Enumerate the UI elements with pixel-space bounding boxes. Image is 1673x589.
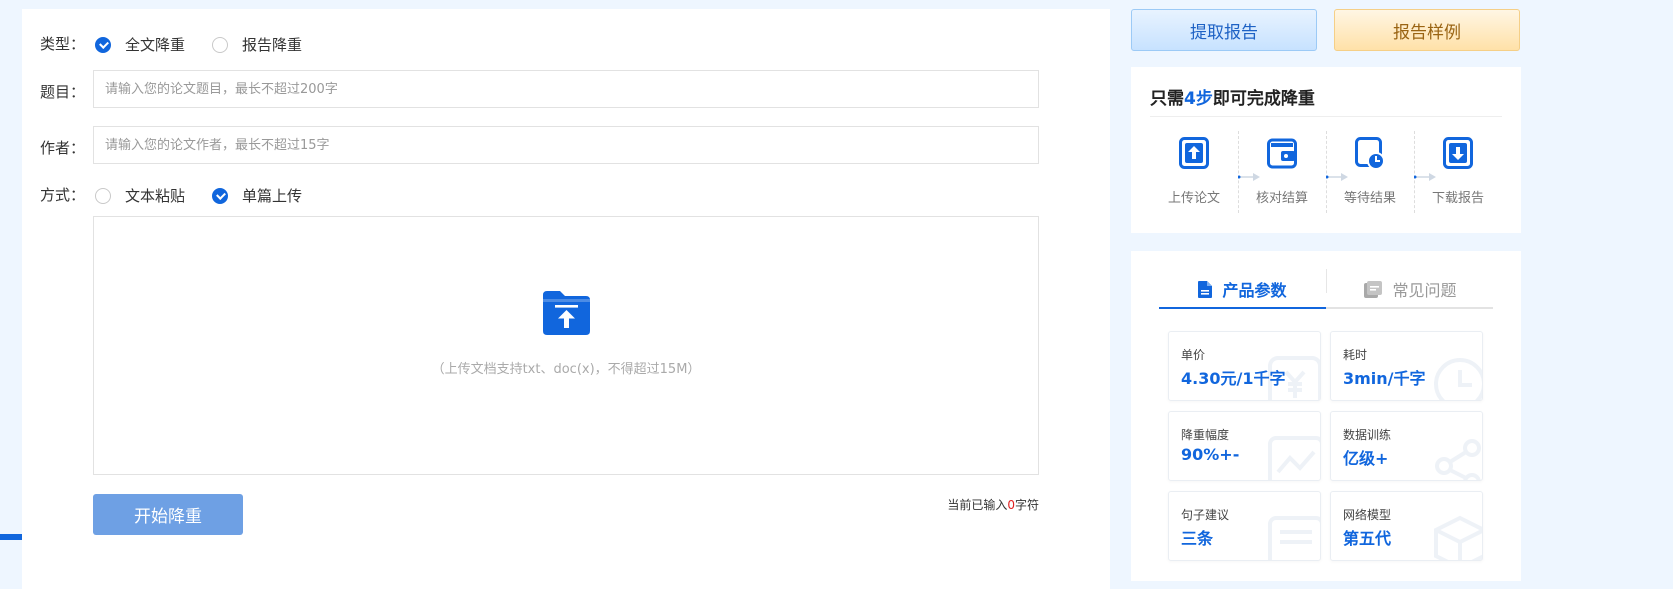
step-label: 下载报告 — [1431, 191, 1484, 206]
folder-upload-icon — [543, 291, 590, 335]
tab-faq[interactable]: 常见问题 — [1328, 269, 1493, 309]
param-label: 数据训练 — [1343, 428, 1392, 442]
param-label: 耗时 — [1343, 348, 1368, 362]
param-card-reduction: 降重幅度 90%+- — [1168, 411, 1321, 481]
form-panel: 类型： 全文降重 报告降重 题目： 作者： 方式： 文本粘贴 单篇上传 — [22, 9, 1110, 589]
tab-faq-label: 常见问题 — [1392, 281, 1457, 300]
mode-option-upload-label: 单篇上传 — [242, 187, 303, 205]
start-dedup-button[interactable]: 开始降重 — [93, 494, 243, 535]
radio-checked-icon — [95, 36, 111, 53]
tab-active-indicator — [1159, 307, 1326, 309]
params-card: 产品参数 常见问题 单价 4.30元/1千字 耗时 3min/千字 降重幅度 9… — [1131, 251, 1521, 581]
param-card-model: 网络模型 第五代 — [1330, 491, 1483, 561]
fetch-report-button[interactable]: 提取报告 — [1131, 9, 1317, 51]
wallet-icon — [1267, 138, 1297, 169]
title-label: 题目： — [40, 83, 86, 101]
steps-title: 只需4步即可完成降重 — [1150, 84, 1315, 109]
param-value: 三条 — [1181, 529, 1214, 548]
param-card-duration: 耗时 3min/千字 — [1330, 331, 1483, 401]
param-value: 90%+- — [1181, 445, 1240, 464]
char-count-suffix: 字符 — [1014, 498, 1039, 512]
file-upload-dropzone[interactable]: （上传文档支持txt、doc(x)，不得超过15M） — [93, 216, 1039, 475]
network-watermark-icon — [1435, 439, 1481, 480]
radio-checked-icon — [212, 187, 229, 204]
mode-option-paste[interactable]: 文本粘贴 — [95, 185, 185, 206]
param-label: 单价 — [1181, 348, 1206, 362]
tab-separator — [1326, 269, 1327, 293]
document-watermark-icon — [1268, 516, 1320, 560]
param-label: 降重幅度 — [1181, 428, 1230, 442]
param-card-training: 数据训练 亿级+ — [1330, 411, 1483, 481]
param-value: 亿级+ — [1343, 449, 1389, 468]
steps-title-suffix: 即可完成降重 — [1212, 89, 1315, 109]
steps-divider — [1150, 116, 1502, 117]
document-icon — [1198, 280, 1213, 298]
char-count-prefix: 当前已输入 — [947, 498, 1008, 512]
step-label: 等待结果 — [1343, 191, 1396, 206]
step-label: 上传论文 — [1167, 191, 1220, 206]
tab-product-params[interactable]: 产品参数 — [1159, 269, 1326, 309]
step-download-report: 下载报告 — [1414, 137, 1502, 206]
step-verify-settle: 核对结算 — [1238, 137, 1326, 206]
param-value: 4.30元/1千字 — [1181, 369, 1286, 388]
type-radio-group: 全文降重 报告降重 — [95, 34, 329, 55]
param-label: 句子建议 — [1181, 508, 1230, 522]
clock-icon — [1355, 137, 1385, 169]
type-option-report-label: 报告降重 — [242, 36, 303, 54]
author-input[interactable] — [93, 126, 1039, 164]
author-label: 作者： — [40, 139, 86, 157]
steps-title-highlight: 4步 — [1184, 89, 1213, 109]
step-upload-paper: 上传论文 — [1150, 137, 1238, 206]
cube-watermark-icon — [1434, 515, 1482, 560]
question-card-icon — [1364, 280, 1383, 298]
char-count: 当前已输入0字符 — [947, 496, 1039, 513]
title-input[interactable] — [93, 70, 1039, 108]
param-value: 第五代 — [1343, 529, 1392, 548]
steps-title-prefix: 只需 — [1150, 89, 1184, 109]
steps-card: 只需4步即可完成降重 上传论文 核对结算 等待结果 下载报告 — [1131, 67, 1521, 233]
step-wait-result: 等待结果 — [1326, 137, 1414, 206]
download-icon — [1443, 137, 1473, 169]
mode-radio-group: 文本粘贴 单篇上传 — [95, 185, 329, 206]
corner-accent — [0, 534, 22, 540]
upload-hint: （上传文档支持txt、doc(x)，不得超过15M） — [431, 362, 701, 377]
mode-option-upload[interactable]: 单篇上传 — [212, 185, 302, 206]
param-card-suggestions: 句子建议 三条 — [1168, 491, 1321, 561]
param-card-price: 单价 4.30元/1千字 — [1168, 331, 1321, 401]
clock-watermark-icon — [1434, 358, 1482, 400]
upload-paper-icon — [1179, 137, 1209, 169]
tab-underline — [1159, 307, 1493, 309]
report-sample-button[interactable]: 报告样例 — [1334, 9, 1520, 51]
chart-watermark-icon — [1268, 436, 1320, 480]
radio-unchecked-icon — [212, 36, 229, 53]
tab-product-params-label: 产品参数 — [1222, 281, 1287, 300]
radio-unchecked-icon — [95, 187, 111, 204]
step-label: 核对结算 — [1255, 191, 1308, 206]
param-value: 3min/千字 — [1343, 369, 1426, 388]
mode-label: 方式： — [40, 186, 86, 204]
type-option-full-text-label: 全文降重 — [125, 36, 186, 54]
type-label: 类型： — [40, 35, 86, 53]
mode-option-paste-label: 文本粘贴 — [125, 187, 186, 205]
char-count-value: 0 — [1007, 498, 1015, 512]
type-option-report[interactable]: 报告降重 — [212, 34, 302, 55]
param-label: 网络模型 — [1343, 508, 1392, 522]
type-option-full-text[interactable]: 全文降重 — [95, 34, 185, 55]
